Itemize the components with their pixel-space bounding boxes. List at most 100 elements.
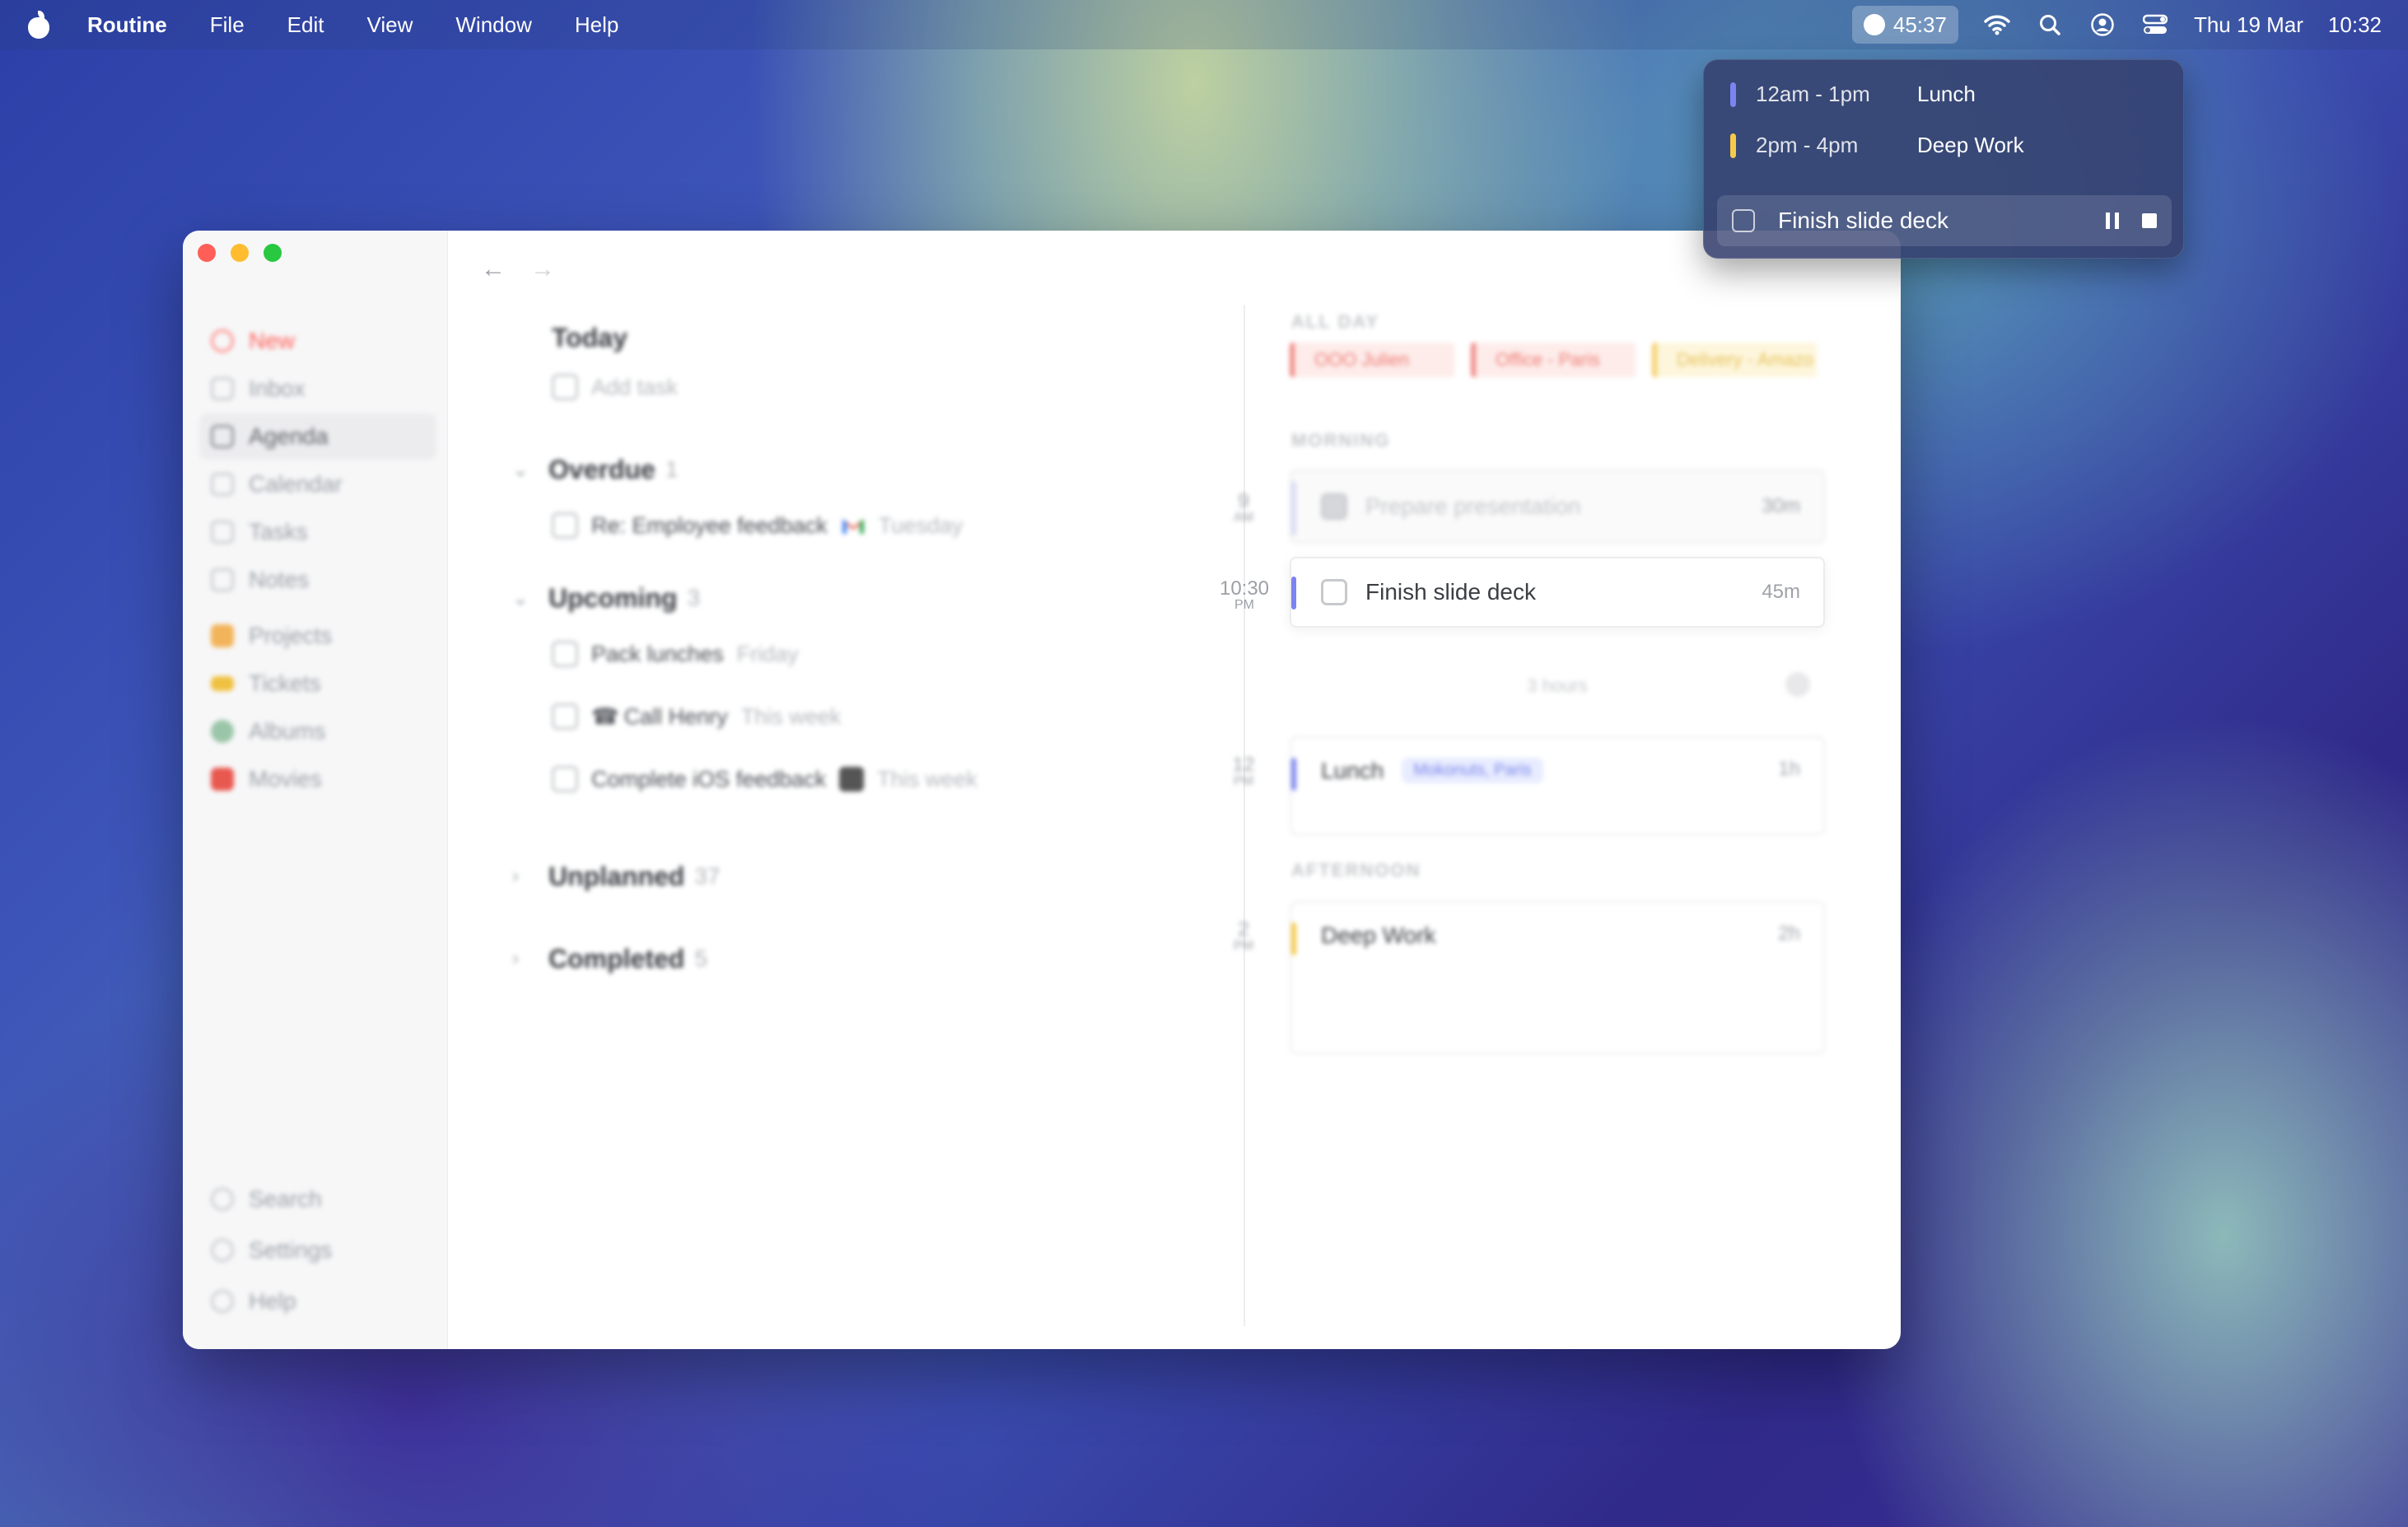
sidebar-item-help[interactable]: Help	[199, 1277, 436, 1326]
section-count: 5	[694, 946, 707, 971]
section-title: Overdue	[548, 454, 656, 484]
control-center-icon[interactable]	[2141, 11, 2169, 39]
close-button[interactable]	[198, 244, 216, 262]
pause-icon[interactable]	[2106, 212, 2119, 229]
task-row[interactable]: Complete iOS feedback This week	[512, 748, 1336, 810]
event-color-bar	[1291, 758, 1296, 791]
menu-view[interactable]: View	[366, 12, 413, 38]
sidebar-item-label: Notes	[249, 567, 310, 592]
sidebar-item-inbox[interactable]: Inbox	[199, 366, 436, 412]
sidebar-item-albums[interactable]: Albums	[199, 708, 436, 754]
user-icon[interactable]	[2088, 11, 2116, 39]
section-completed[interactable]: › Completed 5	[512, 918, 1336, 1000]
event-card[interactable]: Deep Work 2h	[1290, 901, 1825, 1054]
inbox-icon	[211, 377, 234, 400]
chevron-right-icon[interactable]: ›	[512, 865, 537, 888]
popover-event[interactable]: 12am - 1pm Lunch	[1730, 82, 1976, 107]
checkbox-icon	[211, 521, 234, 544]
popover-current-task[interactable]: Finish slide deck	[1717, 195, 2172, 246]
minimize-button[interactable]	[231, 244, 249, 262]
task-title: Call Henry	[623, 703, 728, 729]
menubar-popover: 12am - 1pm Lunch 2pm - 4pm Deep Work Fin…	[1703, 59, 2184, 259]
task-checkbox[interactable]	[1321, 493, 1347, 520]
task-title: Re: Employee feedback	[591, 512, 828, 538]
sidebar-item-calendar[interactable]: Calendar	[199, 461, 436, 507]
popover-event[interactable]: 2pm - 4pm Deep Work	[1730, 133, 2024, 158]
hour-label-current: 10:30 PM	[1219, 577, 1270, 613]
location-pill[interactable]: Mokonuts, Paris	[1402, 758, 1543, 783]
sidebar-item-projects[interactable]: Projects	[199, 613, 436, 659]
apple-icon[interactable]	[26, 11, 51, 39]
chevron-down-icon[interactable]: ⌄	[512, 458, 537, 482]
section-upcoming[interactable]: ⌄ Upcoming 3	[512, 573, 1336, 623]
task-checkbox[interactable]	[552, 512, 578, 539]
sidebar-item-tasks[interactable]: Tasks	[199, 509, 436, 555]
task-checkbox[interactable]	[552, 374, 578, 400]
section-title: Upcoming	[548, 582, 678, 613]
folder-icon	[211, 624, 234, 647]
all-day-event[interactable]: OOO Julien	[1290, 343, 1454, 377]
window-controls	[198, 244, 282, 262]
event-card[interactable]: Prepare presentation 30m	[1290, 469, 1825, 544]
all-day-event[interactable]: Delivery - Amazo	[1652, 343, 1817, 377]
menu-window[interactable]: Window	[455, 12, 531, 38]
stop-icon[interactable]	[2142, 213, 2157, 228]
task-row[interactable]: Pack lunches Friday	[512, 623, 1336, 685]
section-unplanned[interactable]: › Unplanned 37	[512, 835, 1336, 918]
menu-file[interactable]: File	[210, 12, 245, 38]
menubar-timer[interactable]: 45:37	[1851, 6, 1958, 44]
forward-arrow-icon[interactable]: →	[530, 255, 555, 283]
menu-bar: Routine File Edit View Window Help 45:37…	[0, 0, 2408, 49]
sidebar-item-label: Settings	[249, 1237, 333, 1263]
sidebar-item-tickets[interactable]: Tickets	[199, 661, 436, 707]
task-checkbox[interactable]	[552, 766, 578, 792]
back-arrow-icon[interactable]: ←	[481, 255, 506, 283]
sidebar-item-new[interactable]: New	[199, 318, 436, 364]
sidebar-item-label: Tickets	[249, 670, 321, 696]
menubar-date[interactable]: Thu 19 Mar	[2194, 12, 2303, 38]
menubar-time[interactable]: 10:32	[2328, 12, 2382, 38]
free-time-gap: 3 hours	[1527, 675, 1588, 696]
sidebar-item-search[interactable]: Search	[199, 1174, 436, 1224]
hour-label: 2 PM	[1234, 918, 1253, 954]
morning-label: MORNING	[1291, 430, 1391, 451]
event-card-current[interactable]: Finish slide deck 45m	[1290, 557, 1825, 628]
all-day-event[interactable]: Office - Paris	[1471, 343, 1636, 377]
chevron-right-icon[interactable]: ›	[512, 947, 537, 970]
sidebar-item-label: Search	[249, 1186, 322, 1212]
section-count: 3	[687, 585, 701, 610]
search-icon[interactable]	[2036, 11, 2064, 39]
event-color-bar	[1291, 922, 1296, 955]
task-title: Complete iOS feedback	[591, 766, 827, 792]
wifi-icon[interactable]	[1983, 11, 2011, 39]
menu-edit[interactable]: Edit	[287, 12, 324, 38]
event-color-bar	[1291, 481, 1296, 535]
task-checkbox[interactable]	[1321, 579, 1347, 605]
event-duration: 2h	[1778, 922, 1800, 945]
event-color-bar	[1730, 133, 1736, 158]
event-card[interactable]: Lunch Mokonuts, Paris 1h	[1290, 736, 1825, 835]
gmail-icon	[842, 519, 864, 534]
task-row[interactable]: Re: Employee feedback Tuesday	[512, 494, 1336, 557]
add-task-input[interactable]: Add task	[591, 375, 678, 400]
sidebar-item-agenda[interactable]: Agenda	[199, 413, 436, 460]
sidebar-item-settings[interactable]: Settings	[199, 1226, 436, 1275]
sidebar-item-label: Help	[249, 1288, 296, 1314]
chevron-down-icon[interactable]: ⌄	[512, 586, 537, 610]
afternoon-label: AFTERNOON	[1291, 860, 1421, 880]
current-task-title: Finish slide deck	[1778, 208, 1948, 233]
menu-app-name[interactable]: Routine	[87, 12, 167, 38]
sidebar-item-notes[interactable]: Notes	[199, 557, 436, 603]
task-row[interactable]: ☎ Call Henry This week	[512, 685, 1336, 748]
add-task-row[interactable]: Add task	[512, 362, 1336, 412]
menu-help[interactable]: Help	[575, 12, 618, 38]
zoom-button[interactable]	[264, 244, 282, 262]
task-checkbox[interactable]	[1732, 209, 1755, 232]
task-checkbox[interactable]	[552, 703, 578, 730]
task-checkbox[interactable]	[552, 641, 578, 667]
gear-icon	[211, 1239, 234, 1262]
add-event-icon[interactable]	[1785, 672, 1810, 697]
sidebar-item-movies[interactable]: Movies	[199, 756, 436, 802]
day-timeline: ALL DAY OOO Julien Office - Paris Delive…	[1220, 305, 1869, 1326]
section-overdue[interactable]: ⌄ Overdue 1	[512, 445, 1336, 494]
